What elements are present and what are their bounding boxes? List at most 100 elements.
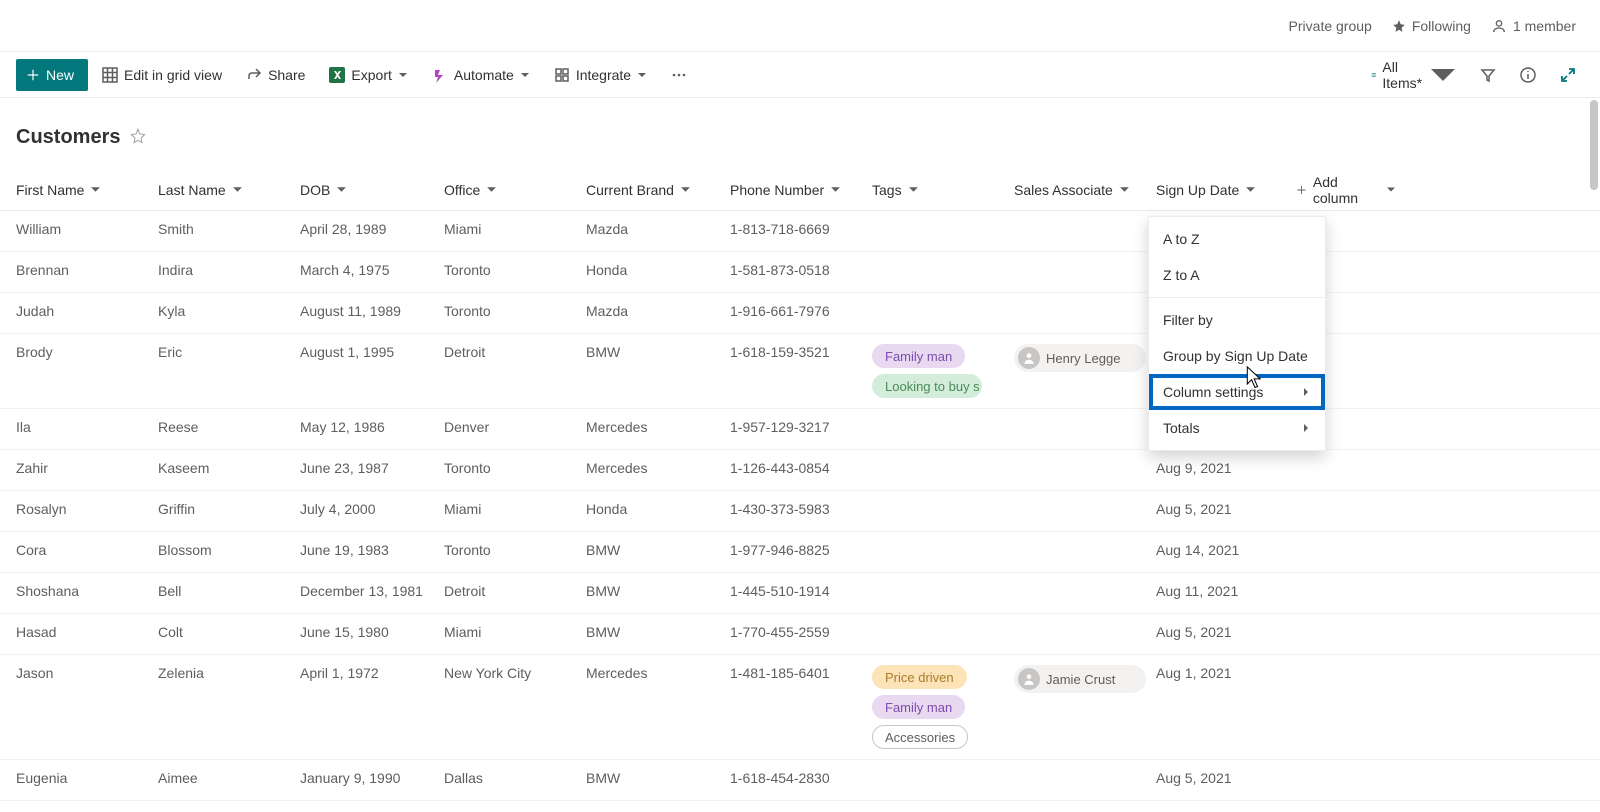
cell: Bell: [158, 583, 300, 599]
table-row[interactable]: ShoshanaBellDecember 13, 1981DetroitBMW1…: [0, 573, 1600, 614]
filter-button[interactable]: [1472, 59, 1504, 91]
cell: Toronto: [444, 303, 586, 319]
table-row[interactable]: JudahKylaAugust 11, 1989TorontoMazda1-91…: [0, 293, 1600, 334]
expand-button[interactable]: [1552, 59, 1584, 91]
info-button[interactable]: [1512, 59, 1544, 91]
menu-item-label: A to Z: [1163, 231, 1200, 247]
menu-filter-by[interactable]: Filter by: [1149, 302, 1325, 338]
chevron-down-icon: [1119, 184, 1130, 195]
cell: January 9, 1990: [300, 770, 444, 786]
expand-icon: [1560, 67, 1576, 83]
table-row[interactable]: BrennanIndiraMarch 4, 1975TorontoHonda1-…: [0, 252, 1600, 293]
cell: Mazda: [586, 221, 730, 237]
table-row[interactable]: EugeniaAimeeJanuary 9, 1990DallasBMW1-61…: [0, 760, 1600, 801]
col-header-label: First Name: [16, 182, 84, 198]
col-header-phone[interactable]: Phone Number: [730, 182, 872, 198]
col-header-label: Sales Associate: [1014, 182, 1113, 198]
tag-pill[interactable]: Looking to buy s...: [872, 374, 982, 398]
grid-body: WilliamSmithApril 28, 1989MiamiMazda1-81…: [0, 211, 1600, 801]
cell: Mercedes: [586, 419, 730, 435]
cell: August 11, 1989: [300, 303, 444, 319]
new-button[interactable]: New: [16, 59, 88, 91]
star-filled-icon: [1392, 19, 1406, 33]
menu-item-label: Filter by: [1163, 312, 1213, 328]
cell-sales: Jamie Crust: [1014, 665, 1156, 693]
col-header-label: Phone Number: [730, 182, 824, 198]
data-grid: First Name Last Name DOB Office Current …: [0, 169, 1600, 801]
integrate-button[interactable]: Integrate: [544, 59, 657, 91]
col-header-dob[interactable]: DOB: [300, 182, 444, 198]
share-label: Share: [268, 67, 305, 83]
cell-sales: Henry Legge: [1014, 344, 1156, 372]
menu-divider: [1149, 297, 1325, 298]
member-count[interactable]: 1 member: [1491, 18, 1576, 34]
tag-pill[interactable]: Family man: [872, 344, 965, 368]
person-pill[interactable]: Jamie Crust: [1014, 665, 1146, 693]
cell: 1-445-510-1914: [730, 583, 872, 599]
cell: 1-813-718-6669: [730, 221, 872, 237]
automate-button[interactable]: Automate: [422, 59, 540, 91]
following-toggle[interactable]: Following: [1392, 18, 1471, 34]
cell: Rosalyn: [16, 501, 158, 517]
flow-icon: [432, 67, 448, 83]
menu-totals[interactable]: Totals: [1149, 410, 1325, 446]
cell: BMW: [586, 583, 730, 599]
col-header-signup[interactable]: Sign Up Date: [1156, 182, 1296, 198]
avatar: [1018, 347, 1040, 369]
chevron-down-icon: [680, 184, 691, 195]
table-row[interactable]: IlaReeseMay 12, 1986DenverMercedes1-957-…: [0, 409, 1600, 450]
tag-pill[interactable]: Accessories: [872, 725, 968, 749]
menu-group-by[interactable]: Group by Sign Up Date: [1149, 338, 1325, 374]
table-row[interactable]: WilliamSmithApril 28, 1989MiamiMazda1-81…: [0, 211, 1600, 252]
table-row[interactable]: JasonZeleniaApril 1, 1972New York CityMe…: [0, 655, 1600, 760]
tag-pill[interactable]: Price driven: [872, 665, 967, 689]
chevron-right-icon: [1301, 387, 1311, 397]
cell: Kyla: [158, 303, 300, 319]
table-row[interactable]: HasadColtJune 15, 1980MiamiBMW1-770-455-…: [0, 614, 1600, 655]
person-pill[interactable]: Henry Legge: [1014, 344, 1146, 372]
view-selector[interactable]: All Items*: [1365, 59, 1464, 91]
more-icon: [671, 67, 687, 83]
col-header-sales[interactable]: Sales Associate: [1014, 182, 1156, 198]
export-button[interactable]: Export: [319, 59, 417, 91]
more-button[interactable]: [661, 59, 697, 91]
share-button[interactable]: Share: [236, 59, 315, 91]
menu-column-settings[interactable]: Column settings: [1149, 374, 1325, 410]
favorite-toggle[interactable]: [130, 128, 146, 147]
menu-sort-atoz[interactable]: A to Z: [1149, 221, 1325, 257]
col-header-brand[interactable]: Current Brand: [586, 182, 730, 198]
col-header-office[interactable]: Office: [444, 182, 586, 198]
col-header-lastname[interactable]: Last Name: [158, 182, 300, 198]
menu-sort-ztoa[interactable]: Z to A: [1149, 257, 1325, 293]
cell: Detroit: [444, 583, 586, 599]
scrollbar-thumb[interactable]: [1590, 100, 1598, 190]
page-header: Private group Following 1 member: [0, 0, 1600, 52]
col-header-tags[interactable]: Tags: [872, 182, 1014, 198]
menu-item-label: Column settings: [1163, 384, 1263, 400]
cell: Smith: [158, 221, 300, 237]
cell: Aug 5, 2021: [1156, 501, 1296, 517]
column-context-menu: A to Z Z to A Filter by Group by Sign Up…: [1148, 216, 1326, 451]
new-button-label: New: [46, 67, 74, 83]
cell: Brennan: [16, 262, 158, 278]
cell: Toronto: [444, 262, 586, 278]
cell: Detroit: [444, 344, 586, 360]
cell: Zelenia: [158, 665, 300, 681]
table-row[interactable]: ZahirKaseemJune 23, 1987TorontoMercedes1…: [0, 450, 1600, 491]
cell: Aug 5, 2021: [1156, 770, 1296, 786]
cell: December 13, 1981: [300, 583, 444, 599]
add-column-button[interactable]: Add column: [1296, 174, 1406, 206]
tag-pill[interactable]: Family man: [872, 695, 965, 719]
table-row[interactable]: BrodyEricAugust 1, 1995DetroitBMW1-618-1…: [0, 334, 1600, 409]
table-row[interactable]: RosalynGriffinJuly 4, 2000MiamiHonda1-43…: [0, 491, 1600, 532]
cell: Colt: [158, 624, 300, 640]
cell: Cora: [16, 542, 158, 558]
col-header-firstname[interactable]: First Name: [16, 182, 158, 198]
info-icon: [1520, 67, 1536, 83]
cell: 1-618-454-2830: [730, 770, 872, 786]
table-row[interactable]: CoraBlossomJune 19, 1983TorontoBMW1-977-…: [0, 532, 1600, 573]
edit-grid-button[interactable]: Edit in grid view: [92, 59, 232, 91]
cell: 1-770-455-2559: [730, 624, 872, 640]
cell: BMW: [586, 344, 730, 360]
avatar: [1018, 668, 1040, 690]
